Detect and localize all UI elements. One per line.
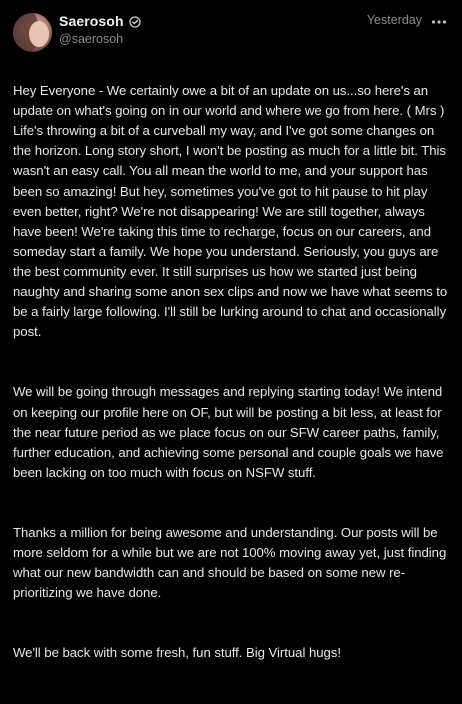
avatar-face <box>29 21 49 47</box>
post-body: Hey Everyone - We certainly owe a bit of… <box>13 61 451 704</box>
username[interactable]: @saerosoh <box>59 32 123 46</box>
post-header: Saerosoh @saerosoh Yesterday <box>0 0 462 56</box>
post-paragraph: We'll be back with some fresh, fun stuff… <box>13 645 341 661</box>
name-row: Saerosoh <box>59 13 141 29</box>
display-name[interactable]: Saerosoh <box>59 13 124 29</box>
post-paragraph: Hey Everyone - We certainly owe a bit of… <box>13 83 448 340</box>
post-paragraph: Thanks a million for being awesome and u… <box>13 524 447 601</box>
more-dots-icon[interactable] <box>431 15 447 27</box>
verified-check-icon <box>128 15 141 28</box>
post-timestamp: Yesterday <box>366 13 422 27</box>
avatar[interactable] <box>13 13 52 52</box>
post-paragraph: We will be going through messages and re… <box>13 384 444 480</box>
